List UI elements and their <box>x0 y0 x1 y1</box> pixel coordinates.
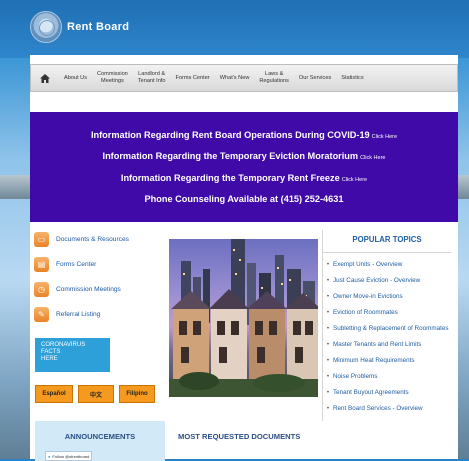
banner-line-phone-counseling: Phone Counseling Available at (415) 252-… <box>144 194 344 205</box>
city-seal-logo[interactable] <box>30 11 62 43</box>
nav-commission-meetings[interactable]: Commission Meetings <box>92 71 133 85</box>
topic-link[interactable]: • Just Cause Eviction - Overview <box>323 277 451 286</box>
nav-forms-center[interactable]: Forms Center <box>170 75 214 82</box>
nav-statistics[interactable]: Statistics <box>336 75 368 82</box>
twitter-bird-icon: ● <box>48 453 51 459</box>
language-chinese-button[interactable]: 中文 <box>78 385 114 403</box>
quick-link-commission-meetings[interactable]: ◷ Commission Meetings <box>30 280 165 298</box>
twitter-follow-button[interactable]: ● Follow @sfrentboard <box>45 451 93 461</box>
quick-link-documents[interactable]: ▭ Documents & Resources <box>30 230 165 248</box>
language-buttons: Español 中文 Filipino <box>35 385 155 403</box>
quick-link-label: Documents & Resources <box>56 235 129 243</box>
quick-link-label: Forms Center <box>56 260 97 268</box>
announcements-title: ANNOUNCEMENTS <box>64 432 136 441</box>
nav-our-services[interactable]: Our Services <box>294 75 336 82</box>
page-content: About Us Commission Meetings Landlord & … <box>30 55 458 461</box>
popular-topics: POPULAR TOPICS • Exempt Units - Overview … <box>322 230 451 421</box>
banner-line-eviction-moratorium[interactable]: Information Regarding the Temporary Evic… <box>103 151 386 161</box>
topic-link[interactable]: • Minimum Heat Requirements <box>323 357 451 366</box>
topic-link[interactable]: • Tenant Buyout Agreements <box>323 389 451 398</box>
covid-info-banner: Information Regarding Rent Board Operati… <box>30 112 458 222</box>
folder-icon: ▭ <box>34 231 49 247</box>
nav-about-us[interactable]: About Us <box>59 75 92 82</box>
topic-link[interactable]: • Rent Board Services - Overview <box>323 405 451 414</box>
topic-link[interactable]: • Subletting & Replacement of Roommates <box>323 325 451 334</box>
nav-whats-new[interactable]: What's New <box>215 75 255 82</box>
click-here-link[interactable]: Click Here <box>342 177 367 183</box>
painted-ladies-photo <box>169 239 318 397</box>
topic-link[interactable]: • Owner Move-in Evictions <box>323 293 451 302</box>
coronavirus-facts-label: CORONAVIRUS FACTS HERE <box>41 342 86 363</box>
language-filipino-button[interactable]: Filipino <box>119 385 155 403</box>
home-icon[interactable] <box>31 65 59 91</box>
site-title[interactable]: Rent Board <box>67 21 129 33</box>
pencil-icon: ✎ <box>34 306 49 322</box>
banner-line-rent-freeze[interactable]: Information Regarding the Temporary Rent… <box>121 173 367 183</box>
twitter-follow-label: Follow @sfrentboard <box>52 453 90 459</box>
clock-icon: ◷ <box>34 281 49 297</box>
quick-links: ▭ Documents & Resources ▤ Forms Center ◷… <box>30 230 165 330</box>
quick-link-label: Referral Listing <box>56 310 101 318</box>
popular-topics-title: POPULAR TOPICS <box>323 230 451 253</box>
click-here-link[interactable]: Click Here <box>360 155 385 161</box>
topic-link[interactable]: • Noise Problems <box>323 373 451 382</box>
click-here-link[interactable]: Click Here <box>372 134 397 140</box>
coronavirus-facts-button[interactable]: CORONAVIRUS FACTS HERE <box>35 338 110 372</box>
topic-link[interactable]: • Eviction of Roommates <box>323 309 451 318</box>
background-city-left <box>0 175 30 199</box>
quick-link-referral-listing[interactable]: ✎ Referral Listing <box>30 305 165 323</box>
topic-link[interactable]: • Master Tenants and Rent Limits <box>323 341 451 350</box>
quick-link-label: Commission Meetings <box>56 285 121 293</box>
announcements-panel: ANNOUNCEMENTS ● Follow @sfrentboard <box>35 421 165 461</box>
topic-link[interactable]: • Exempt Units - Overview <box>323 261 451 270</box>
site-header: Rent Board <box>0 0 469 58</box>
main-nav: About Us Commission Meetings Landlord & … <box>30 64 458 92</box>
nav-landlord-tenant-info[interactable]: Landlord & Tenant Info <box>133 71 171 85</box>
most-requested-documents-title: MOST REQUESTED DOCUMENTS <box>178 432 301 441</box>
language-espanol-button[interactable]: Español <box>35 385 73 403</box>
banner-line-operations[interactable]: Information Regarding Rent Board Operati… <box>91 130 397 140</box>
document-icon: ▤ <box>34 256 49 272</box>
quick-link-forms-center[interactable]: ▤ Forms Center <box>30 255 165 273</box>
nav-laws-regulations[interactable]: Laws & Regulations <box>254 71 294 85</box>
